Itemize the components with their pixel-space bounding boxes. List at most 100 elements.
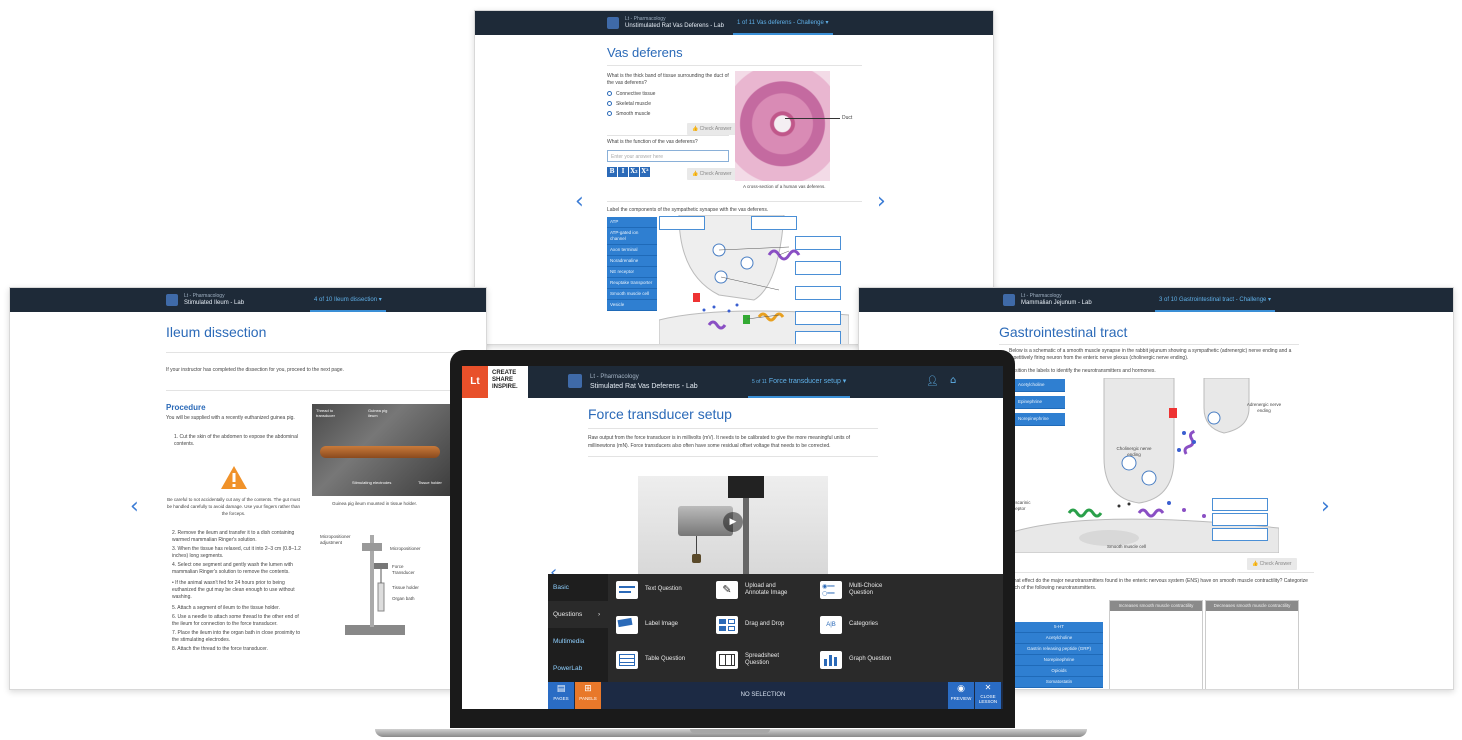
video-player[interactable]: ▶ (638, 476, 828, 574)
menu-questions[interactable]: Questions › (548, 601, 608, 628)
page-title: Gastrointestinal tract (999, 324, 1128, 340)
tile-label-image[interactable]: Label Image (616, 616, 693, 634)
promo-composite: Lt - Pharmacology Unstimulated Rat Vas D… (0, 0, 1462, 740)
col-header: Increases smooth muscle contractility (1110, 601, 1202, 611)
panels-button[interactable]: ⊞ PANELS (575, 682, 601, 709)
label-tag[interactable]: Reuptake transporter (607, 278, 657, 289)
item-tag[interactable]: 5-HT (1015, 622, 1103, 633)
diagram-label: Smooth muscle cell (1107, 544, 1147, 549)
status-text: NO SELECTION (740, 692, 786, 698)
page-title: Force transducer setup (588, 406, 732, 422)
item-tag[interactable]: Opioids (1015, 666, 1103, 677)
item-tag[interactable]: Norepinephrine (1015, 655, 1103, 666)
play-icon[interactable]: ▶ (723, 512, 743, 532)
answer-input[interactable]: Enter your answer here (607, 150, 729, 162)
drop-target[interactable] (1212, 513, 1268, 526)
option[interactable]: Skeletal muscle (607, 101, 655, 108)
camera-icon: ✎ (716, 581, 738, 599)
text-question-icon (616, 581, 638, 599)
label-tag[interactable]: NE receptor (607, 267, 657, 278)
intro-text: If your instructor has completed the dis… (166, 367, 344, 373)
drop-target[interactable] (795, 311, 841, 325)
format-toolbar: B I X₂ X² (607, 167, 650, 177)
superscript-button[interactable]: X² (640, 167, 650, 177)
diagram-label: Adrenergic nerve ending (1246, 402, 1282, 413)
category-col-1[interactable]: Increases smooth muscle contractility (1109, 600, 1203, 689)
page-tab[interactable]: 4 of 10 Ileum dissection ▾ (310, 288, 386, 312)
menu-basic[interactable]: Basic (548, 574, 608, 601)
user-icon[interactable]: 👤︎ (926, 376, 939, 387)
preview-button[interactable]: ◉ PREVIEW (948, 682, 974, 709)
category-col-2[interactable]: Decreases smooth muscle contractility (1205, 600, 1299, 689)
course-sub: Lt - Pharmacology (590, 374, 639, 380)
page-tab[interactable]: 1 of 11 Vas deferens - Challenge ▾ (733, 11, 833, 35)
drop-target[interactable] (659, 216, 705, 230)
drop-target[interactable] (795, 331, 841, 344)
check-answer-button[interactable]: 👍 Check Answer (687, 168, 737, 180)
next-arrow[interactable]: › (877, 191, 886, 213)
category-question: What effect do the major neurotransmitte… (1009, 578, 1308, 591)
tile-upload-annotate[interactable]: ✎ Upload and Annotate Image (716, 581, 793, 599)
photo-label: Stimulating electrodes (352, 480, 392, 485)
menu-powerlab[interactable]: PowerLab (548, 655, 608, 682)
image-caption: A cross-section of a human vas deferens. (743, 184, 826, 189)
course-sub: Lt - Pharmacology (1021, 293, 1062, 299)
pages-button[interactable]: ▤ PAGES (548, 682, 574, 709)
tile-graph-question[interactable]: Graph Question (820, 651, 897, 669)
item-tag[interactable]: Acetylcholine (1015, 633, 1103, 644)
course-title: Stimulated Ileum - Lab (184, 300, 245, 306)
label-tag[interactable]: Smooth muscle cell (607, 289, 657, 300)
categories-icon: A|B (820, 616, 842, 634)
page-tab[interactable]: 5 of 11 Force transducer setup ▾ (748, 366, 851, 398)
home-icon[interactable]: ⌂ (950, 375, 956, 386)
tile-table-question[interactable]: Table Question (616, 651, 693, 669)
course-sub: Lt - Pharmacology (625, 16, 666, 22)
drop-target[interactable] (1212, 528, 1268, 541)
drop-target[interactable] (795, 286, 841, 300)
label-tag[interactable]: Axon terminal (607, 245, 657, 256)
next-arrow[interactable]: › (1321, 496, 1330, 518)
label-tag[interactable]: ATP-gated ion channel (607, 228, 657, 245)
page-title: Vas deferens (607, 45, 683, 60)
course-icon (166, 294, 178, 306)
histology-image (735, 71, 830, 181)
photo-label: Thread to transducer (316, 408, 335, 418)
prev-arrow[interactable]: ‹ (575, 191, 584, 213)
course-title: Unstimulated Rat Vas Deferens - Lab (625, 23, 724, 29)
tile-multi-choice[interactable]: ◉━━ ○━━ Multi-Choice Question (820, 581, 897, 599)
tile-text-question[interactable]: Text Question (616, 581, 693, 599)
italic-button[interactable]: I (618, 167, 628, 177)
synapse-diagram (659, 215, 849, 344)
step: 2. Remove the ileum and transfer it to a… (172, 530, 295, 543)
subscript-button[interactable]: X₂ (629, 167, 639, 177)
option[interactable]: Connective tissue (607, 91, 655, 98)
check-answer-button[interactable]: 👍 Check Answer (687, 123, 737, 135)
item-tag[interactable]: Somatostatin (1015, 677, 1103, 688)
apparatus-label: Force Transducer (392, 564, 415, 575)
drop-target[interactable] (795, 261, 841, 275)
menu-multimedia[interactable]: Multimedia (548, 628, 608, 655)
step: • If the animal wasn't fed for 24 hours … (172, 580, 295, 600)
duct-pointer (785, 118, 840, 119)
apparatus-label: Tissue holder (392, 585, 419, 590)
drop-target[interactable] (1212, 498, 1268, 511)
bold-button[interactable]: B (607, 167, 617, 177)
label-tag[interactable]: Noradrenaline (607, 256, 657, 267)
tile-categories[interactable]: A|B Categories (820, 616, 897, 634)
intro-text: Below is a schematic of a smooth muscle … (1009, 348, 1292, 361)
drop-target[interactable] (795, 236, 841, 250)
page-tab[interactable]: 3 of 10 Gastrointestinal tract - Challen… (1155, 288, 1276, 312)
item-tag[interactable]: Gastrin releasing peptide (GRP) (1015, 644, 1103, 655)
warning-icon (221, 466, 247, 489)
label-tag[interactable]: Vesicle (607, 300, 657, 311)
check-answer-button[interactable]: 👍 Check Answer (1247, 558, 1297, 570)
apparatus-label: Micropositioner adjustment (320, 534, 351, 545)
drop-target[interactable] (751, 216, 797, 230)
question-1: What is the thick band of tissue surroun… (607, 73, 729, 86)
prev-arrow[interactable]: ‹ (130, 496, 139, 518)
tile-spreadsheet[interactable]: Spreadsheet Question (716, 651, 793, 669)
close-lesson-button[interactable]: ✕ CLOSE LESSON (975, 682, 1001, 709)
tile-drag-drop[interactable]: Drag and Drop (716, 616, 793, 634)
label-tag[interactable]: ATP (607, 217, 657, 228)
option[interactable]: Smooth muscle (607, 111, 655, 118)
